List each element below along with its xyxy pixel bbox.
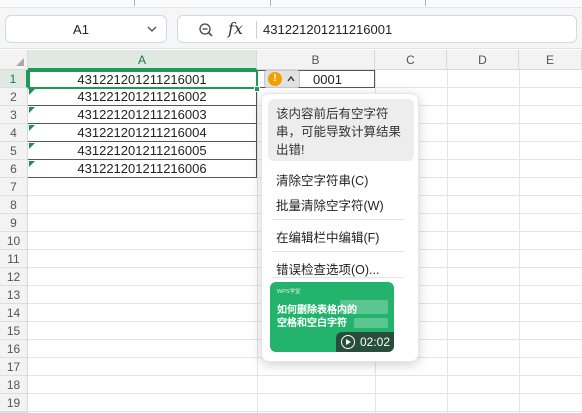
- error-indicator-icon: [29, 161, 35, 167]
- chevron-up-icon: [287, 75, 295, 82]
- cell-selection-a1: [28, 70, 258, 89]
- cell-a5-value: 431221201211216005: [77, 143, 207, 158]
- error-message: 该内容前后有空字符串，可能导致计算结果出错!: [268, 99, 414, 161]
- column-header-e[interactable]: E: [519, 50, 582, 70]
- fill-handle[interactable]: [254, 86, 260, 92]
- row-header-12[interactable]: 12: [0, 268, 28, 286]
- row-header-13[interactable]: 13: [0, 286, 28, 304]
- error-indicator-icon: [29, 143, 35, 149]
- cell-b1-value: 0001: [313, 72, 342, 87]
- error-check-button[interactable]: !: [264, 70, 300, 88]
- video-brand: WPS学堂: [277, 289, 301, 295]
- row-header-19[interactable]: 19: [0, 394, 28, 412]
- name-box[interactable]: A1: [5, 15, 167, 43]
- gridline: [447, 70, 448, 413]
- row-header-2[interactable]: 2: [0, 88, 28, 106]
- gridline: [257, 70, 258, 413]
- cell-a4-value: 431221201211216004: [77, 125, 207, 140]
- cell-a2-value: 431221201211216002: [77, 89, 207, 104]
- formula-separator: [256, 21, 257, 39]
- video-duration: 02:02: [360, 335, 391, 349]
- cell-a4[interactable]: 431221201211216004: [28, 124, 257, 142]
- row-header-3[interactable]: 3: [0, 106, 28, 124]
- top-strip: [0, 0, 582, 8]
- fx-icon[interactable]: fx: [228, 19, 243, 38]
- cell-a6-value: 431221201211216006: [77, 161, 207, 176]
- row-header-4[interactable]: 4: [0, 124, 28, 142]
- gridline: [28, 393, 582, 394]
- video-duration-badge: 02:02: [336, 332, 394, 352]
- row-header-8[interactable]: 8: [0, 196, 28, 214]
- column-header-b[interactable]: B: [257, 50, 375, 70]
- formula-bar: A1 fx 431221201211216001: [0, 8, 582, 49]
- gridline: [28, 375, 582, 376]
- menu-item-error-check-options[interactable]: 错误检查选项(O)...: [276, 259, 379, 278]
- select-all-corner[interactable]: [0, 50, 28, 70]
- select-all-icon: [16, 58, 24, 66]
- gridline: [519, 70, 520, 413]
- video-title-line2: 空格和空白字符: [277, 318, 347, 329]
- error-indicator-icon: [29, 125, 35, 131]
- column-header-c[interactable]: C: [375, 50, 447, 70]
- menu-divider: [272, 251, 404, 252]
- menu-item-edit-in-formula-bar[interactable]: 在编辑栏中编辑(F): [276, 227, 379, 246]
- menu-item-clear-empty-string[interactable]: 清除空字符串(C): [276, 170, 368, 189]
- tutorial-video-thumbnail[interactable]: WPS学堂 如何删除表格内的 空格和空白字符 02:02: [270, 282, 394, 352]
- row-header-14[interactable]: 14: [0, 304, 28, 322]
- formula-input[interactable]: 431221201211216001: [263, 22, 392, 37]
- menu-divider: [272, 219, 404, 220]
- cell-a3-value: 431221201211216003: [77, 107, 207, 122]
- cell-a6[interactable]: 431221201211216006: [28, 160, 257, 178]
- column-header-a[interactable]: A: [28, 50, 257, 70]
- row-header-10[interactable]: 10: [0, 232, 28, 250]
- zoom-out-icon[interactable]: [198, 22, 214, 38]
- video-decoration: [354, 318, 388, 328]
- error-indicator-icon: [29, 107, 35, 113]
- video-title-line1: 如何删除表格内的: [277, 305, 357, 316]
- row-header-9[interactable]: 9: [0, 214, 28, 232]
- row-header-16[interactable]: 16: [0, 340, 28, 358]
- menu-divider: [272, 277, 404, 278]
- strip-tick: [425, 0, 426, 6]
- row-header-6[interactable]: 6: [0, 160, 28, 178]
- row-header-5[interactable]: 5: [0, 142, 28, 160]
- chevron-down-icon[interactable]: [146, 23, 158, 35]
- row-header-15[interactable]: 15: [0, 322, 28, 340]
- cell-a3[interactable]: 431221201211216003: [28, 106, 257, 124]
- formula-input-area[interactable]: fx 431221201211216001: [177, 15, 577, 43]
- column-header-d[interactable]: D: [447, 50, 519, 70]
- cell-a5[interactable]: 431221201211216005: [28, 142, 257, 160]
- row-header-11[interactable]: 11: [0, 250, 28, 268]
- gridline: [28, 411, 582, 412]
- strip-tick: [270, 0, 271, 6]
- row-header-18[interactable]: 18: [0, 376, 28, 394]
- video-title: 如何删除表格内的 空格和空白字符: [277, 304, 357, 330]
- play-icon[interactable]: [341, 335, 355, 349]
- row-header-1[interactable]: 1: [0, 70, 28, 88]
- name-box-value: A1: [73, 22, 89, 37]
- error-check-menu: 该内容前后有空字符串，可能导致计算结果出错! 清除空字符串(C) 批量清除空字符…: [261, 93, 419, 362]
- row-header-17[interactable]: 17: [0, 358, 28, 376]
- strip-tick: [134, 0, 135, 6]
- cell-a2[interactable]: 431221201211216002: [28, 88, 257, 106]
- warning-icon: !: [268, 72, 282, 86]
- error-indicator-icon: [29, 89, 35, 95]
- menu-item-batch-clear[interactable]: 批量清除空字符(W): [276, 195, 384, 214]
- row-header-7[interactable]: 7: [0, 178, 28, 196]
